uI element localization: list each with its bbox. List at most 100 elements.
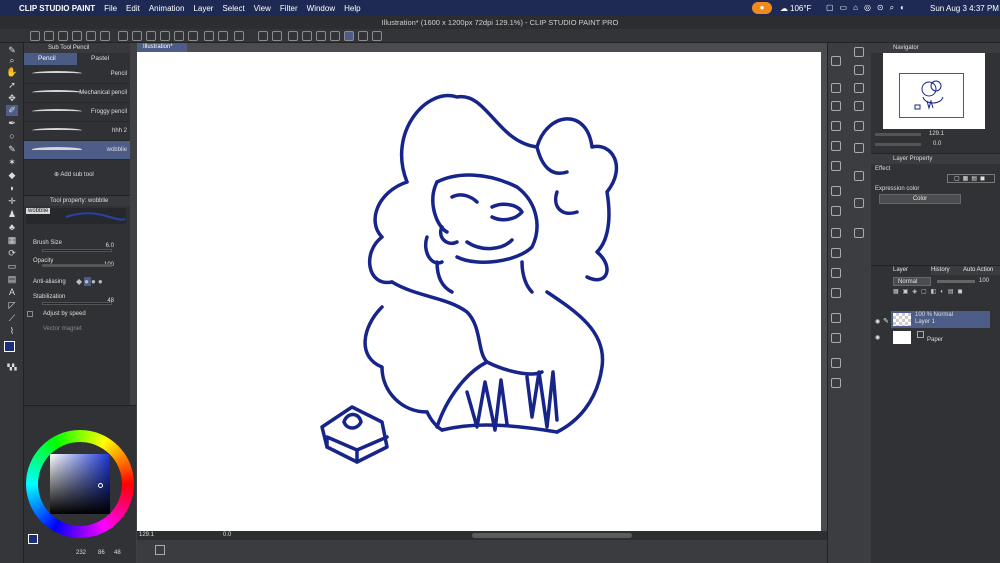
- material-icon[interactable]: [854, 83, 864, 93]
- layer-icon[interactable]: [831, 141, 841, 151]
- layer-property-icon[interactable]: [854, 65, 864, 75]
- sun-icon[interactable]: [831, 101, 841, 111]
- expression-color-select[interactable]: Color: [879, 194, 961, 204]
- export-icon[interactable]: [72, 31, 82, 41]
- select-all-icon[interactable]: [330, 31, 340, 41]
- ruler-tool-icon[interactable]: ▤: [6, 274, 18, 285]
- paste-icon[interactable]: [132, 31, 142, 41]
- tab-pastel[interactable]: Pastel: [77, 53, 130, 65]
- effect-buttons[interactable]: ▢▦▤◼: [947, 174, 995, 183]
- transparent-color-icon[interactable]: ▚▚: [6, 363, 18, 374]
- adjust-speed-checkbox[interactable]: [27, 311, 33, 317]
- saturation-value-square[interactable]: [50, 454, 110, 514]
- microphone-icon[interactable]: ●: [752, 2, 772, 14]
- deselect-icon[interactable]: [302, 31, 312, 41]
- fill-icon[interactable]: [174, 31, 184, 41]
- menu-edit[interactable]: Edit: [126, 4, 140, 13]
- reference-icon[interactable]: [831, 313, 841, 323]
- eraser-tool-icon[interactable]: ◆: [6, 170, 18, 181]
- hand-tool-icon[interactable]: ✋: [6, 67, 18, 78]
- layer-row[interactable]: Paper: [891, 329, 990, 346]
- color-wheel[interactable]: [26, 430, 134, 538]
- stabilization-slider[interactable]: [42, 302, 112, 305]
- menu-help[interactable]: Help: [344, 4, 360, 13]
- lasso-tool-icon[interactable]: ○: [6, 131, 18, 142]
- decoration-tool-icon[interactable]: ✛: [6, 196, 18, 207]
- horizontal-scrollbar[interactable]: [472, 533, 632, 538]
- open-icon[interactable]: [44, 31, 54, 41]
- app-menu[interactable]: CLIP STUDIO PAINT: [19, 4, 95, 13]
- settings-icon[interactable]: [100, 31, 110, 41]
- copy-icon[interactable]: [118, 31, 128, 41]
- sub-view-icon[interactable]: [854, 101, 864, 111]
- navigator-angle[interactable]: 0.0: [933, 141, 941, 147]
- add-subtool-button[interactable]: ⊕ Add sub tool: [54, 171, 94, 178]
- timeline-icon[interactable]: [155, 545, 165, 555]
- color-picker-cursor[interactable]: [98, 483, 103, 488]
- navigator-preview[interactable]: [883, 53, 985, 129]
- zoom-readout[interactable]: 129.1: [139, 532, 154, 538]
- navigator-zoom[interactable]: 129.1: [929, 131, 944, 137]
- snap-ruler-icon[interactable]: [344, 31, 354, 41]
- undo-icon[interactable]: [204, 31, 214, 41]
- drawing-canvas[interactable]: [137, 52, 821, 531]
- redo-icon[interactable]: [218, 31, 228, 41]
- operation-tool-icon[interactable]: ➚: [6, 80, 18, 91]
- weather-text[interactable]: 106°F: [790, 4, 811, 13]
- layer-opacity-slider[interactable]: [937, 280, 975, 283]
- navigator-icon[interactable]: [854, 47, 864, 57]
- crop-icon[interactable]: [831, 161, 841, 171]
- weather-icon[interactable]: ☁: [780, 4, 788, 13]
- gradient-tool-icon[interactable]: ⟳: [6, 248, 18, 259]
- control-icons[interactable]: ▢▭⌂◎⊙⌕◐: [826, 3, 911, 13]
- brush-tool-icon[interactable]: ✒: [6, 118, 18, 129]
- correct-line-tool-icon[interactable]: ⟋: [6, 313, 18, 324]
- layer-toolbar[interactable]: ▦▣◈▢◧◐▤◼: [893, 288, 997, 297]
- bucket-icon[interactable]: [258, 31, 268, 41]
- menu-select[interactable]: Select: [222, 4, 244, 13]
- menu-window[interactable]: Window: [307, 4, 335, 13]
- document-tab[interactable]: Illustration*: [137, 43, 187, 52]
- frame-tool-icon[interactable]: ▭: [6, 261, 18, 272]
- color-swatch-icon[interactable]: [4, 341, 20, 356]
- blend-tool-icon[interactable]: ◗: [6, 183, 18, 194]
- airbrush-tool-icon[interactable]: ♟: [6, 209, 18, 220]
- convert-icon[interactable]: [831, 268, 841, 278]
- brush-item[interactable]: hhh 2: [24, 122, 130, 141]
- cut-icon[interactable]: [146, 31, 156, 41]
- flip-icon[interactable]: [831, 248, 841, 258]
- menu-animation[interactable]: Animation: [149, 4, 185, 13]
- opacity-slider[interactable]: [42, 264, 112, 267]
- blend-mode-select[interactable]: Normal: [893, 277, 931, 286]
- print-icon[interactable]: [86, 31, 96, 41]
- menu-layer[interactable]: Layer: [193, 4, 213, 13]
- clipboard-icon[interactable]: [372, 31, 382, 41]
- balloon-tool-icon[interactable]: ◸: [6, 300, 18, 311]
- info-icon[interactable]: [854, 121, 864, 131]
- save-icon[interactable]: [58, 31, 68, 41]
- invert-selection-icon[interactable]: [316, 31, 326, 41]
- zoom-tool-icon[interactable]: ⌕: [6, 55, 18, 66]
- menu-file[interactable]: File: [104, 4, 117, 13]
- navigator-zoom-slider[interactable]: [875, 133, 921, 136]
- eye-icon[interactable]: ◉: [875, 334, 880, 341]
- frame-icon[interactable]: [831, 206, 841, 216]
- timeline-panel-icon[interactable]: [854, 171, 864, 181]
- menu-filter[interactable]: Filter: [280, 4, 298, 13]
- tab-pencil[interactable]: Pencil: [24, 53, 77, 65]
- fill-tool-icon[interactable]: ♣: [6, 222, 18, 233]
- undo-panel-icon[interactable]: [831, 56, 841, 66]
- snap-grid-icon[interactable]: [358, 31, 368, 41]
- snap-icon[interactable]: [234, 31, 244, 41]
- brush-item-selected[interactable]: wobblie: [24, 141, 130, 160]
- lasso-panel-icon[interactable]: [831, 333, 841, 343]
- tab-layer[interactable]: Layer: [871, 266, 931, 275]
- angle-readout[interactable]: 0.0: [223, 532, 231, 538]
- clear-icon[interactable]: [160, 31, 170, 41]
- figure-tool-icon[interactable]: ▦: [6, 235, 18, 246]
- brush-item[interactable]: Mechanical pencil: [24, 84, 130, 103]
- text-tool-icon[interactable]: A: [6, 287, 18, 298]
- cursor-panel-icon[interactable]: [831, 378, 841, 388]
- history-panel-icon[interactable]: [854, 228, 864, 238]
- new-icon[interactable]: [30, 31, 40, 41]
